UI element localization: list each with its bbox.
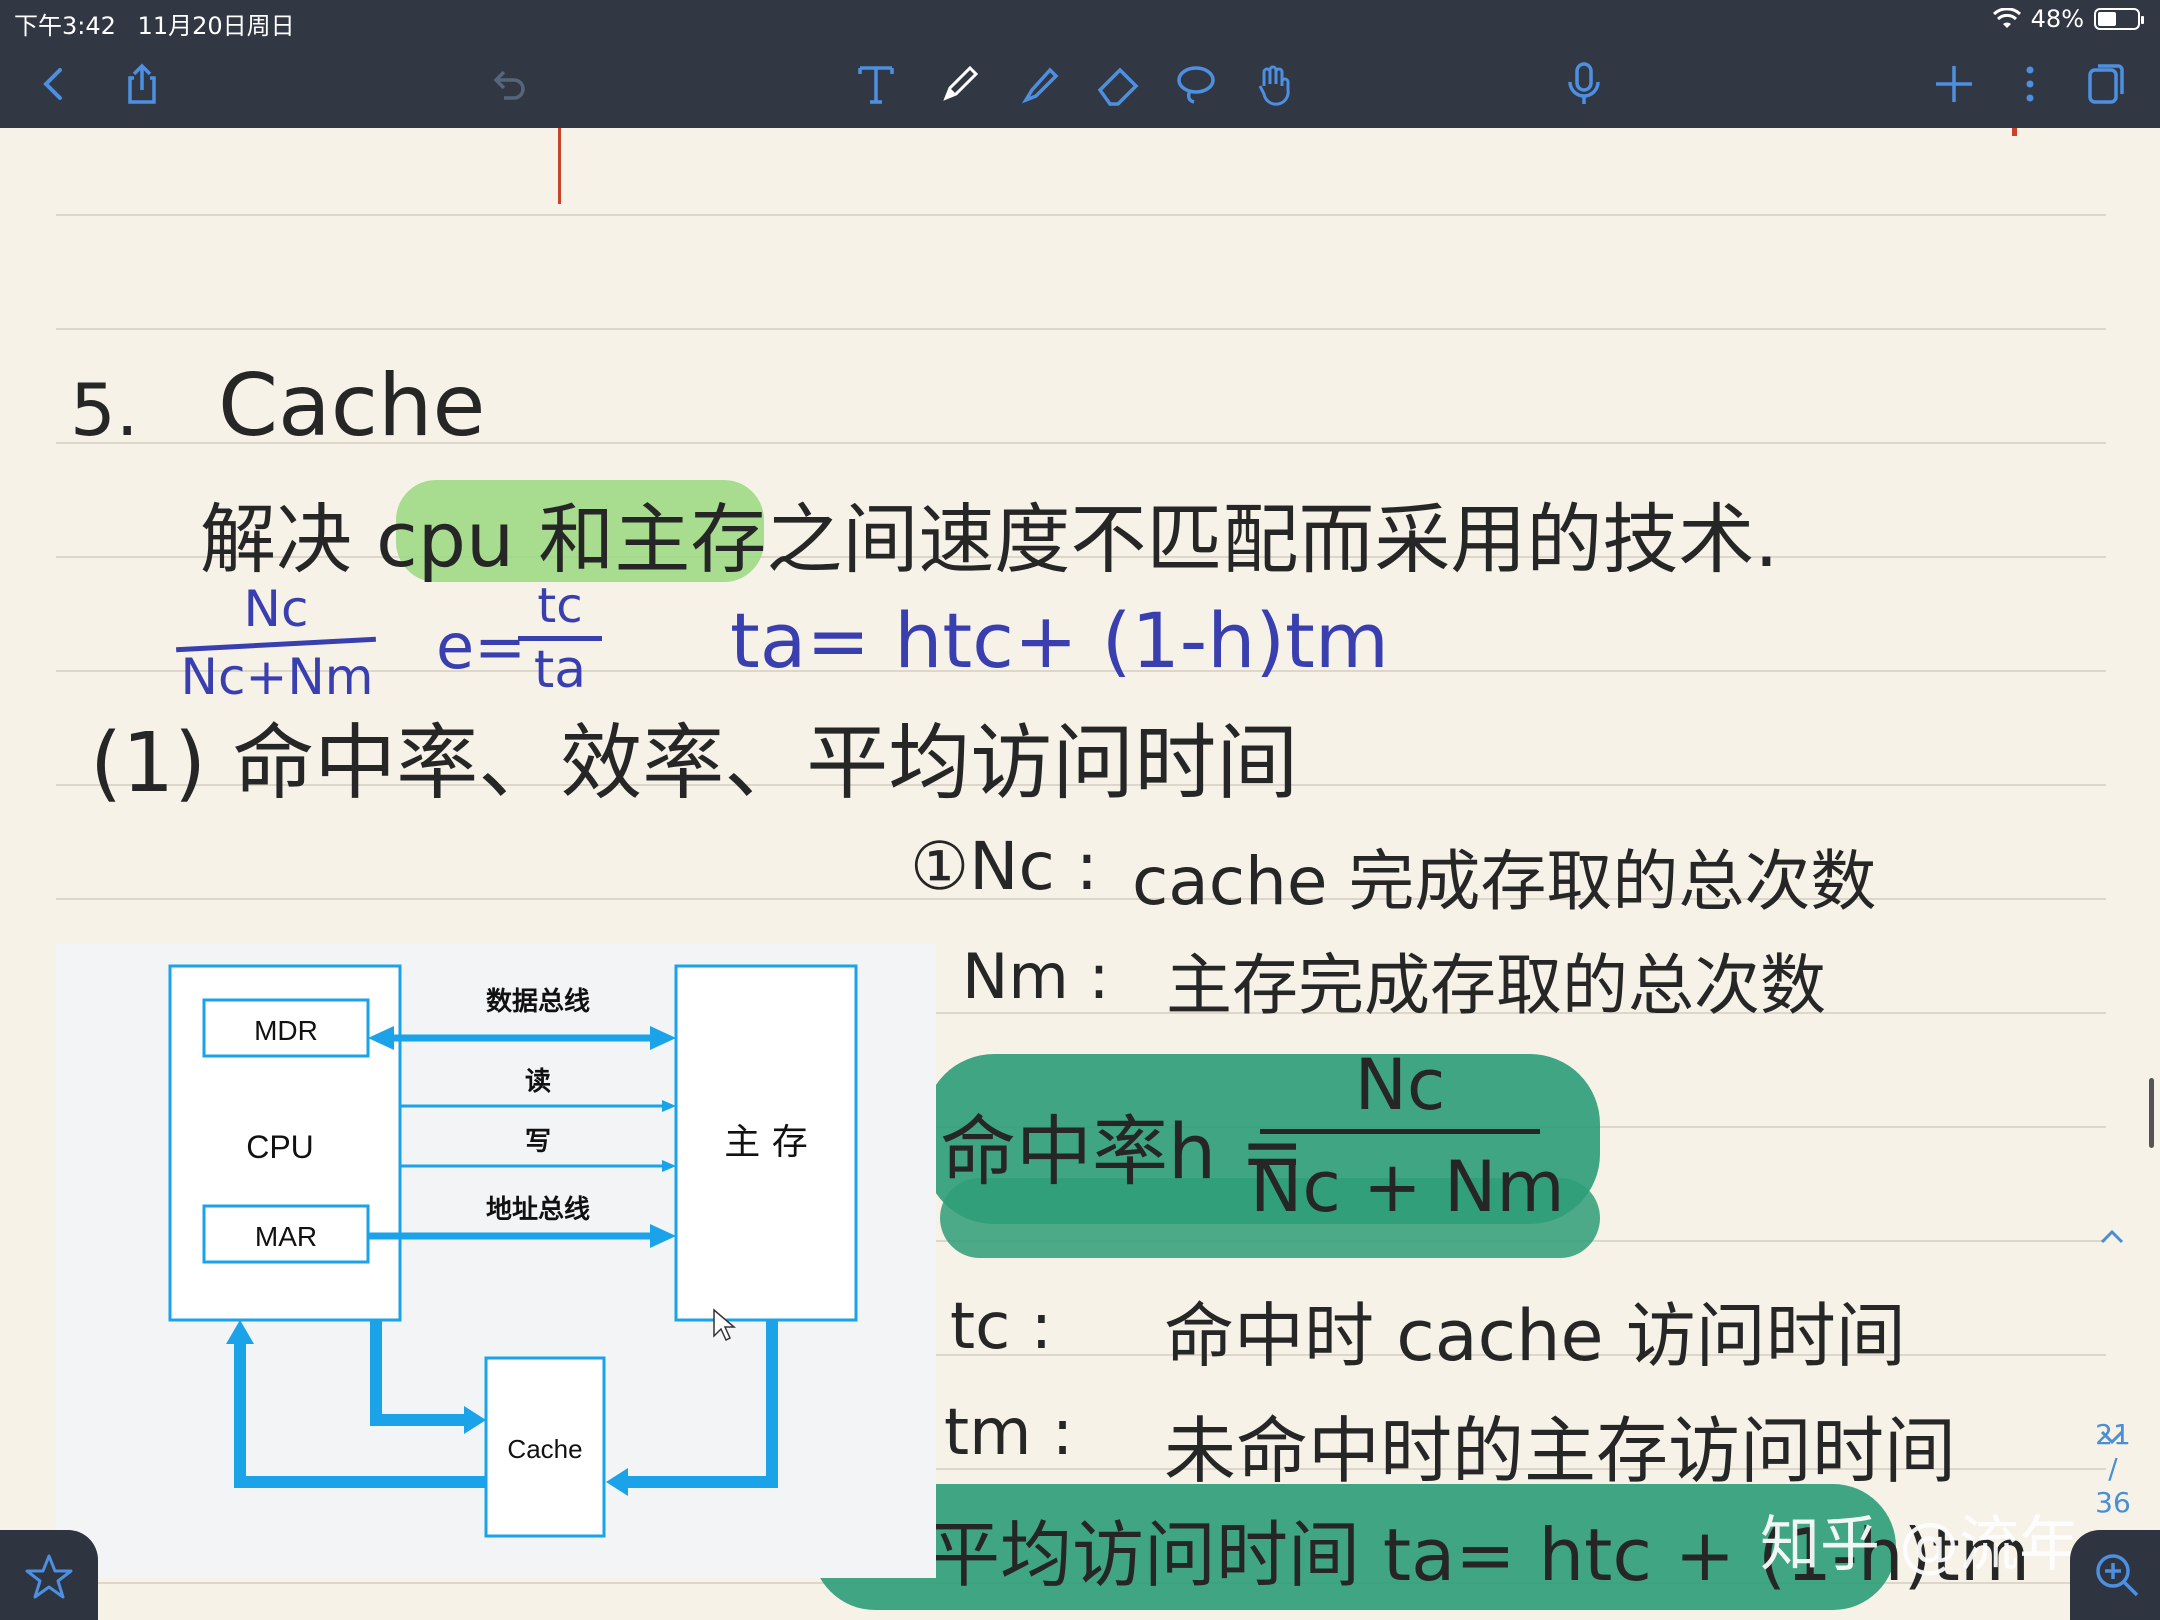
status-right: 48%: [1992, 5, 2144, 33]
pen-icon[interactable]: [930, 54, 990, 114]
highlighter-icon[interactable]: [1010, 54, 1070, 114]
ruled-line: [56, 214, 2106, 216]
battery-icon: [2094, 8, 2144, 30]
mdr-label: MDR: [254, 1015, 318, 1046]
wifi-icon: [1992, 8, 2021, 28]
microphone-icon[interactable]: [1554, 54, 1614, 114]
formula-e-denominator: ta: [533, 640, 587, 700]
tc-label: tc :: [950, 1290, 1053, 1364]
intro-highlight: cpu 和主存: [376, 495, 767, 584]
nc-label: ①Nc :: [910, 828, 1099, 905]
intro-post: 之间速度不匹配而采用的技术.: [766, 495, 1779, 584]
zoom-in-icon: [2096, 1554, 2139, 1597]
section-heading: (1) 命中率、效率、平均访问时间: [90, 716, 1299, 811]
chevron-down-icon[interactable]: [2098, 1422, 2126, 1450]
heading-title: Cache: [218, 356, 486, 456]
nc-description: cache 完成存取的总次数: [1132, 843, 1877, 920]
ink-stroke-red: [558, 128, 561, 204]
back-icon[interactable]: [24, 54, 84, 114]
battery-percent: 48%: [2030, 5, 2084, 33]
chevron-up-icon[interactable]: [2098, 1224, 2126, 1252]
favorite-button[interactable]: [0, 1530, 98, 1620]
page-separator: /: [2108, 1452, 2118, 1485]
star-icon: [25, 1554, 73, 1599]
cache-to-cpu-arrow: [234, 1340, 486, 1488]
formula-ta: ta= htc+ (1-h)tm: [730, 596, 1389, 685]
zoom-button[interactable]: [2070, 1530, 2160, 1620]
tm-description: 未命中时的主存访问时间: [1164, 1409, 1957, 1493]
data-bus-label: 数据总线: [486, 987, 590, 1017]
ink-stroke-red: [2012, 128, 2017, 136]
formula-e-numerator: tc: [537, 578, 583, 634]
cpu-label: CPU: [246, 1129, 314, 1165]
hand-touch-icon[interactable]: [1244, 54, 1304, 114]
eraser-icon[interactable]: [1088, 54, 1148, 114]
more-icon[interactable]: [2000, 54, 2060, 114]
status-time: 下午3:42: [14, 12, 116, 40]
intro-pre: 解决: [200, 495, 352, 584]
hit-rate-numerator: Nc: [1354, 1044, 1446, 1126]
add-page-icon[interactable]: [1924, 54, 1984, 114]
status-bar: 下午3:42 11月20日周日 48%: [0, 0, 2160, 40]
pages-icon[interactable]: [2076, 54, 2136, 114]
cache-label: Cache: [507, 1434, 582, 1464]
toolbar: [0, 40, 2160, 128]
read-label: 读: [525, 1067, 551, 1097]
tc-description: 命中时 cache 访问时间: [1164, 1295, 1906, 1377]
tm-label: tm :: [944, 1396, 1074, 1470]
cpu-to-cache-arrow: [370, 1320, 468, 1426]
share-icon[interactable]: [112, 54, 172, 114]
address-bus-label: 地址总线: [486, 1195, 590, 1225]
status-time-date: 下午3:42 11月20日周日: [14, 6, 295, 41]
ruled-line: [56, 328, 2106, 330]
main-memory-label: 主 存: [724, 1122, 807, 1163]
undo-icon[interactable]: [478, 54, 538, 114]
text-tool-icon[interactable]: [846, 54, 906, 114]
formula-hit-numerator: Nc: [243, 580, 309, 638]
formula-e-prefix: e=: [436, 610, 527, 683]
intro-line: 解决 cpu 和主存之间速度不匹配而采用的技术.: [200, 478, 1779, 588]
nm-label: Nm :: [962, 940, 1110, 1013]
memory-to-cache-arrow: [624, 1320, 778, 1488]
nm-description: 主存完成存取的总次数: [1166, 947, 1826, 1024]
cpu-cache-diagram: CPU MDR MAR 数据总线 读 写 地址总线 主 存 Cache: [56, 944, 936, 1578]
heading-number: 5.: [70, 368, 139, 452]
write-label: 写: [525, 1127, 551, 1157]
diagram-svg: CPU MDR MAR 数据总线 读 写 地址总线 主 存 Cache: [168, 964, 858, 1538]
page-total: 36: [2095, 1486, 2131, 1519]
mar-label: MAR: [255, 1221, 317, 1252]
scrollbar[interactable]: [2149, 1078, 2154, 1148]
hit-rate-denominator: Nc + Nm: [1250, 1146, 1565, 1228]
status-date: 11月20日周日: [137, 12, 295, 40]
note-page[interactable]: 5. Cache 解决 cpu 和主存之间速度不匹配而采用的技术. Nc Nc+N…: [0, 128, 2160, 1620]
watermark: 知乎 @流年: [1760, 1510, 2080, 1580]
lasso-icon[interactable]: [1166, 54, 1226, 114]
hit-rate-bar: [1260, 1129, 1540, 1134]
